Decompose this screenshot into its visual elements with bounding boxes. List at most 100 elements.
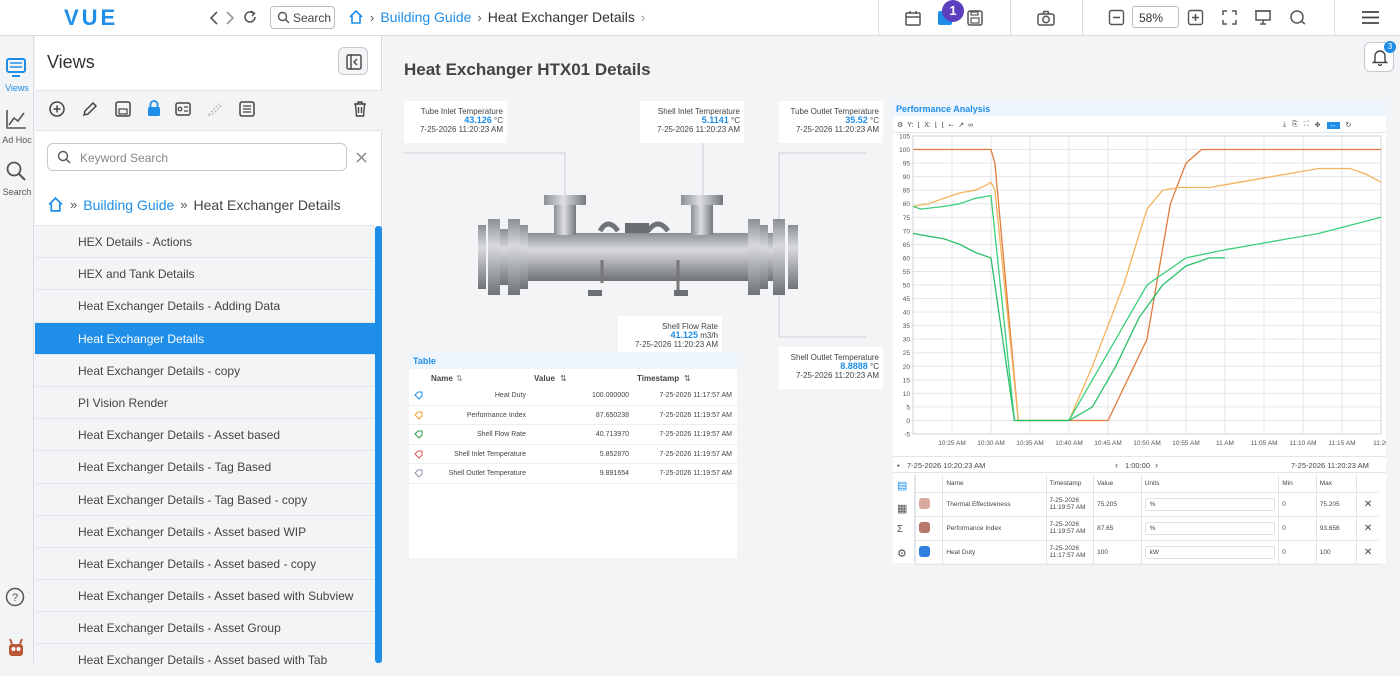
range-start[interactable]: 7-25-2026 10:20:23 AM	[907, 461, 985, 470]
shell-outlet-card[interactable]: Shell Outlet Temperature 8.8888 °C 7-25-…	[779, 347, 883, 389]
list-icon[interactable]	[238, 100, 256, 118]
legend-table-icon[interactable]: ▤	[897, 479, 907, 492]
column-header-name[interactable]: Name	[431, 374, 453, 383]
copy-icon[interactable]: ⎘	[1292, 121, 1298, 129]
collapse-panel-button[interactable]	[338, 47, 368, 75]
x-axis-icon[interactable]: ⌊	[935, 121, 938, 129]
help-icon[interactable]: ?	[5, 587, 25, 607]
sum-icon[interactable]: Σ	[897, 524, 903, 535]
add-view-icon[interactable]	[48, 100, 66, 118]
home-icon[interactable]	[348, 9, 364, 25]
reset-icon[interactable]: ↻	[1346, 121, 1352, 129]
table-row[interactable]: Performance Index 87.650238 7-25-2026 11…	[409, 406, 737, 425]
sort-icon[interactable]: ⇅	[456, 374, 463, 383]
legend-row[interactable]: Thermal Effectiveness 7-25-2026 11:19:57 …	[914, 492, 1379, 517]
calendar-icon[interactable]	[904, 9, 922, 27]
axis-settings-icon[interactable]: ⚙	[897, 121, 903, 129]
series-swatch[interactable]	[919, 497, 930, 509]
fit-screen-icon[interactable]	[1221, 9, 1238, 26]
list-item[interactable]: Heat Exchanger Details - Tag Based	[35, 450, 375, 483]
chevron-left-icon[interactable]: ‹	[1115, 460, 1118, 470]
adhoc-chart-icon[interactable]	[4, 108, 28, 130]
trend-up-icon[interactable]: ↗	[958, 121, 964, 129]
rail-label-views[interactable]: Views	[0, 83, 34, 93]
save-as-icon[interactable]	[966, 9, 984, 27]
list-item[interactable]: Heat Exchanger Details - Asset Group	[35, 611, 375, 644]
presentation-icon[interactable]	[1254, 9, 1272, 26]
list-item[interactable]: Heat Exchanger Details - Adding Data	[35, 289, 375, 322]
tube-inlet-card[interactable]: Tube Inlet Temperature 43.126 °C 7-25-20…	[404, 101, 507, 143]
scale-icon[interactable]: ⌊	[942, 121, 945, 129]
keyword-search-input[interactable]: Keyword Search	[47, 143, 347, 171]
refresh-icon[interactable]	[242, 9, 258, 25]
chevron-right-icon[interactable]: ›	[1155, 460, 1158, 470]
remove-series-icon[interactable]: ✕	[1356, 516, 1379, 541]
tube-outlet-card[interactable]: Tube Outlet Temperature 35.52 °C 7-25-20…	[779, 101, 883, 143]
breadcrumb-link-building-guide[interactable]: Building Guide	[380, 9, 471, 25]
table-row[interactable]: Heat Duty 100.000000 7-25-2026 11:17:57 …	[409, 386, 737, 406]
list-item-selected[interactable]: Heat Exchanger Details	[35, 321, 375, 354]
series-swatch[interactable]	[919, 521, 930, 533]
delete-icon[interactable]	[351, 100, 369, 118]
column-header-timestamp[interactable]: Timestamp	[637, 374, 679, 383]
duration[interactable]: 1:00:00	[1125, 461, 1150, 470]
properties-icon[interactable]	[174, 100, 192, 118]
rail-label-search[interactable]: Search	[0, 187, 34, 197]
camera-icon[interactable]	[1036, 9, 1056, 27]
trend-icon[interactable]: ⌙	[948, 121, 954, 129]
forward-icon[interactable]	[224, 9, 236, 27]
legend-row[interactable]: Heat Duty 7-25-2026 11:17:57 AM 100 kW 0 …	[914, 540, 1379, 565]
legend-units[interactable]: %	[1140, 516, 1279, 541]
calendar-icon[interactable]: ▪	[897, 461, 900, 470]
list-item[interactable]: PI Vision Render	[35, 385, 375, 419]
list-item[interactable]: Heat Exchanger Details - Asset based	[35, 418, 375, 451]
save-icon[interactable]	[114, 100, 132, 118]
range-end[interactable]: 7-25-2026 11:20:23 AM	[1291, 461, 1369, 470]
global-search-button[interactable]: Search	[270, 6, 335, 29]
download-icon[interactable]: ⤓	[1283, 121, 1286, 129]
list-item[interactable]: Heat Exchanger Details - Tag Based - cop…	[35, 482, 375, 515]
search-icon[interactable]	[5, 160, 27, 182]
views-icon[interactable]	[4, 56, 28, 78]
table-row[interactable]: Shell Outlet Temperature 9.891654 7-25-2…	[409, 464, 737, 484]
column-header-value[interactable]: Value	[534, 374, 555, 383]
list-item[interactable]: HEX and Tank Details	[35, 257, 375, 290]
grid-icon[interactable]: ▦	[897, 502, 907, 515]
zoom-x-icon[interactable]: ↔	[1326, 121, 1340, 129]
zoom-in-icon[interactable]	[1187, 9, 1204, 26]
lock-icon[interactable]	[145, 99, 163, 118]
sort-icon[interactable]: ⇅	[560, 374, 567, 383]
shell-inlet-card[interactable]: Shell Inlet Temperature 5.1141 °C 7-25-2…	[640, 101, 744, 143]
trend-chart[interactable]: 1051009590858075706560555045403530252015…	[893, 134, 1386, 454]
user-avatar-icon[interactable]	[5, 636, 27, 658]
edit-icon[interactable]	[81, 100, 99, 118]
remove-series-icon[interactable]: ✕	[1356, 492, 1379, 517]
table-row[interactable]: Shell Inlet Temperature 5.852870 7-25-20…	[409, 445, 737, 464]
link-icon[interactable]: ∞	[968, 122, 973, 129]
zoom-level-field[interactable]: 58%	[1132, 6, 1179, 28]
list-item[interactable]: HEX Details - Actions	[35, 225, 375, 258]
pan-icon[interactable]: ✥	[1315, 121, 1321, 129]
y-axis-icon[interactable]: ⌊	[918, 121, 921, 129]
table-row[interactable]: Shell Flow Rate 40.713970 7-25-2026 11:1…	[409, 425, 737, 445]
views-scrollbar[interactable]	[375, 226, 382, 663]
clear-search-icon[interactable]	[355, 151, 368, 164]
fullscreen-icon[interactable]: ⛶	[1304, 121, 1309, 129]
chat-icon[interactable]	[1289, 9, 1307, 26]
back-icon[interactable]	[208, 9, 220, 27]
list-item[interactable]: Heat Exchanger Details - copy	[35, 353, 375, 386]
series-swatch[interactable]	[919, 545, 930, 557]
zoom-out-icon[interactable]	[1108, 9, 1125, 26]
remove-series-icon[interactable]: ✕	[1356, 540, 1379, 565]
list-item[interactable]: Heat Exchanger Details - Asset based - c…	[35, 546, 375, 580]
legend-row[interactable]: Performance Index 7-25-2026 11:19:57 AM 8…	[914, 516, 1379, 541]
menu-icon[interactable]	[1361, 9, 1380, 26]
list-item[interactable]: Heat Exchanger Details - Asset based wit…	[35, 643, 375, 676]
home-icon[interactable]	[47, 196, 64, 213]
legend-units[interactable]: %	[1140, 492, 1279, 517]
sort-icon[interactable]: ⇅	[684, 374, 691, 383]
gear-icon[interactable]: ⚙	[897, 547, 907, 560]
legend-units[interactable]: kW	[1140, 540, 1279, 565]
shell-flow-card[interactable]: Shell Flow Rate 41.125 m3/h 7-25-2026 11…	[618, 316, 722, 354]
list-item[interactable]: Heat Exchanger Details - Asset based wit…	[35, 579, 375, 612]
